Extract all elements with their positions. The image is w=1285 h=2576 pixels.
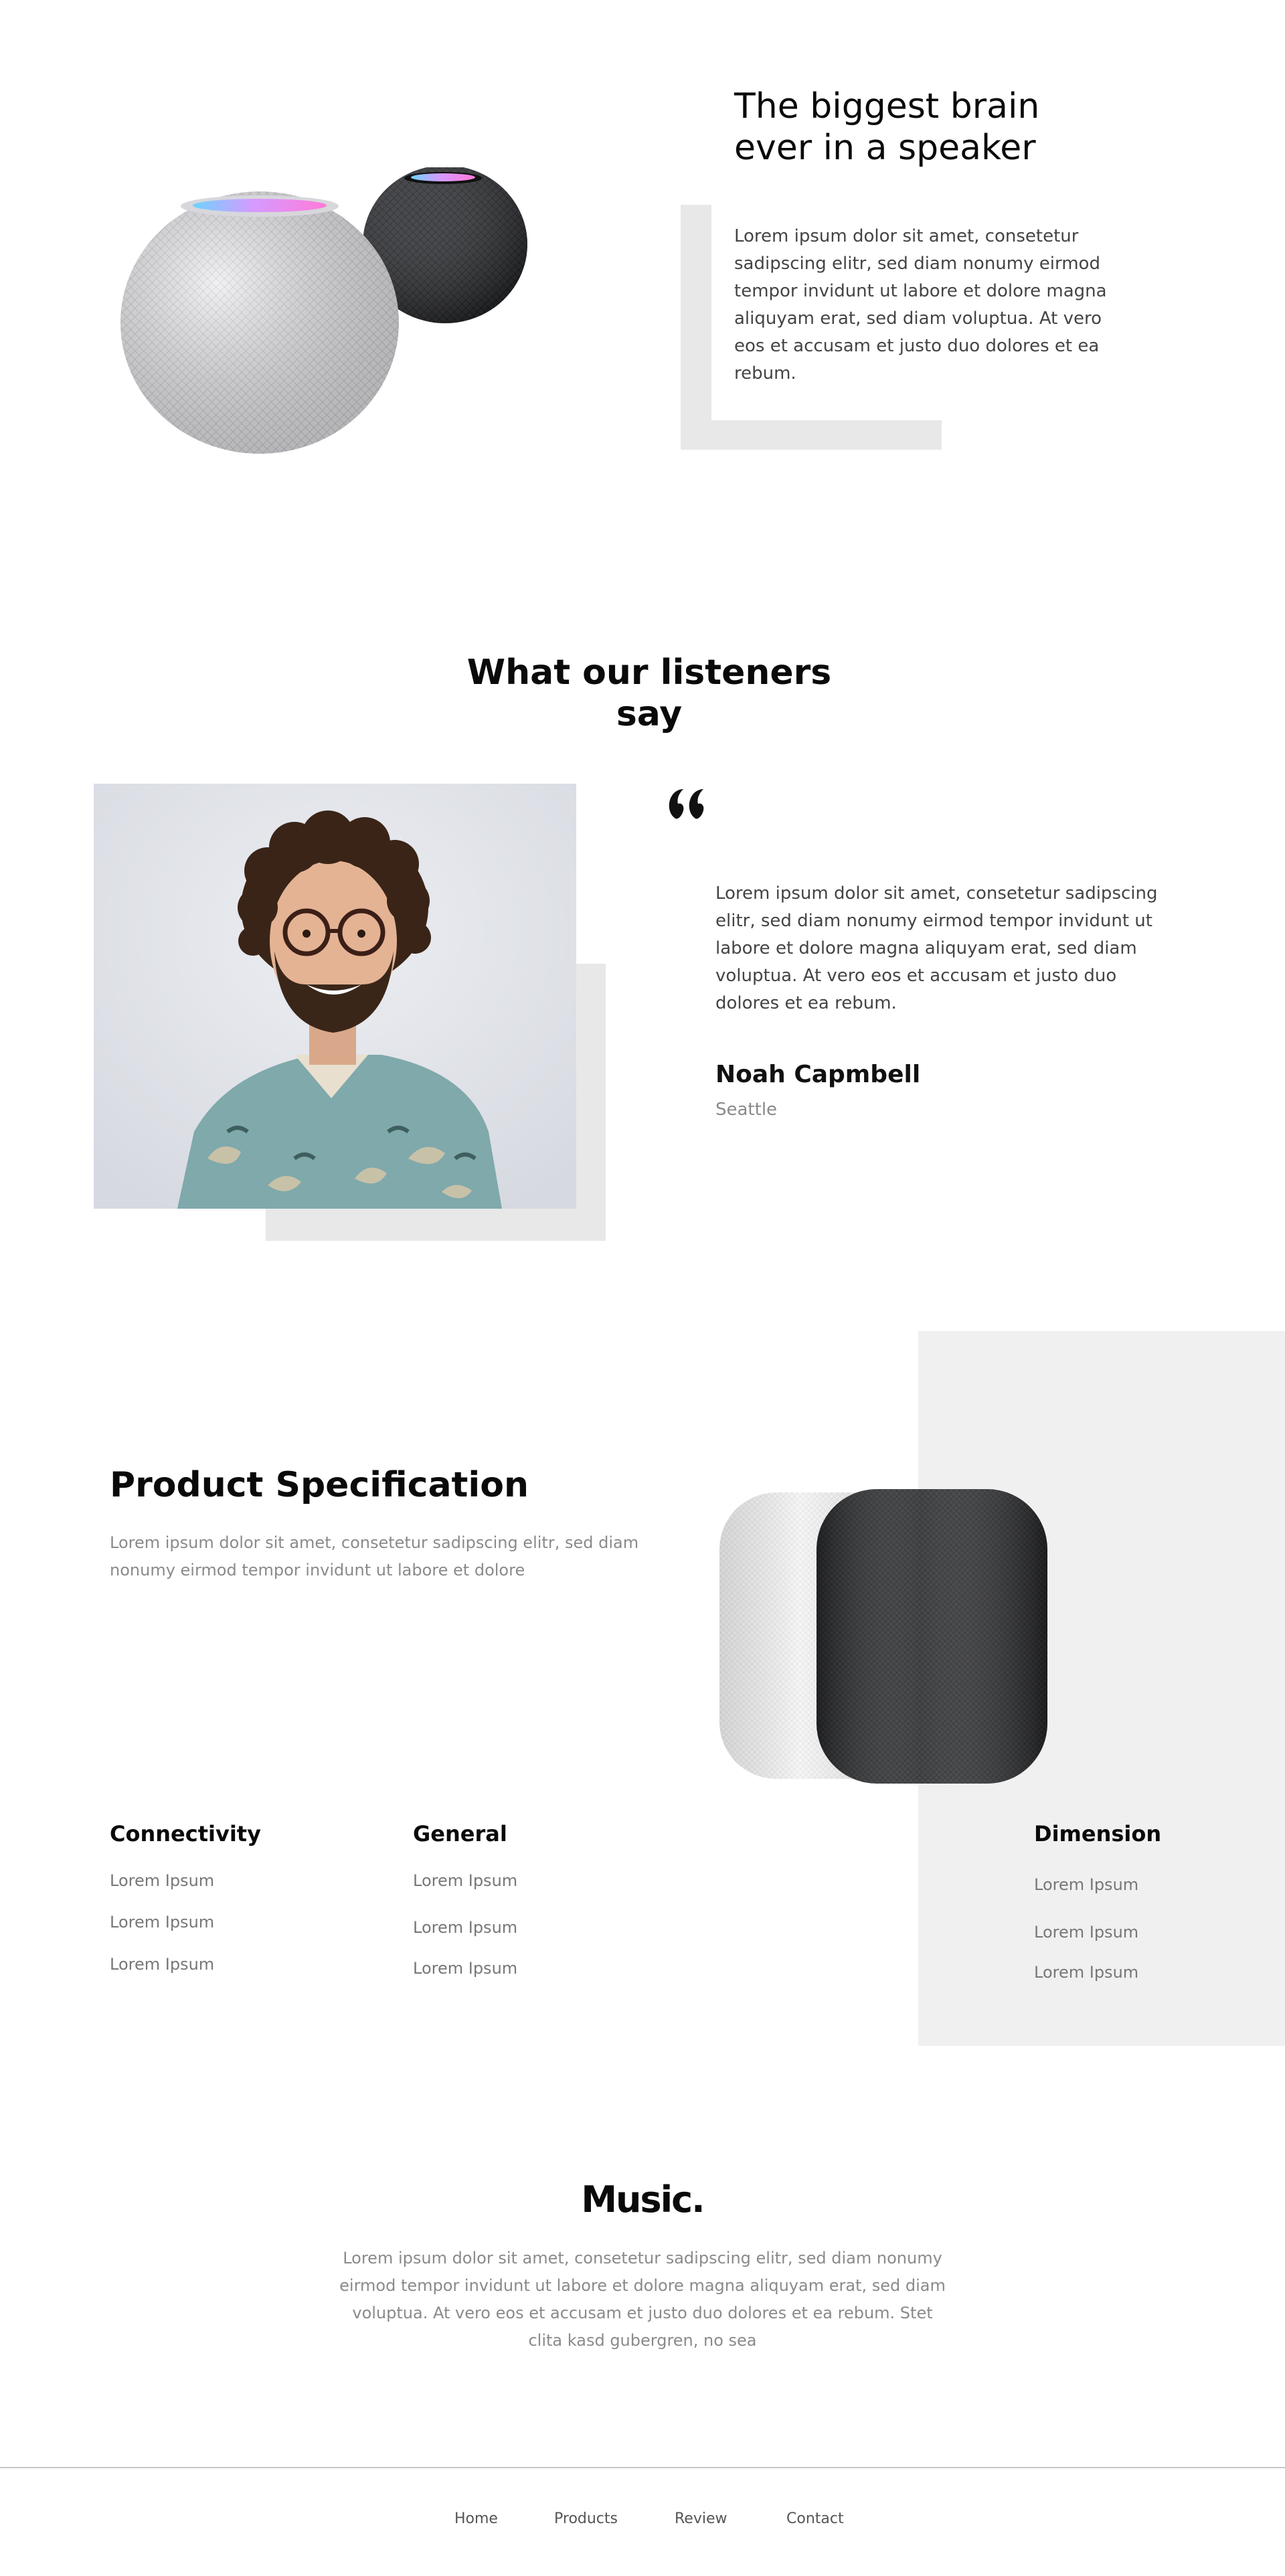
general-item: Lorem Ipsum (413, 1871, 518, 1890)
dimension-item: Lorem Ipsum (1034, 1875, 1139, 1894)
nav-link-contact[interactable]: Contact (786, 2510, 844, 2528)
hero-title-line2: ever in a speaker (734, 128, 1036, 168)
connectivity-title: Connectivity (110, 1821, 261, 1847)
general-title: General (413, 1821, 507, 1847)
footer-divider (0, 2467, 1285, 2468)
homepod-mini-speakers-image (120, 167, 527, 454)
dimension-title: Dimension (1034, 1821, 1162, 1847)
dimension-item: Lorem Ipsum (1034, 1963, 1139, 1982)
testimonials-title-line1: What our listeners (466, 653, 832, 693)
listener-portrait-image (94, 784, 576, 1209)
general-item: Lorem Ipsum (413, 1959, 518, 1978)
homepod-speakers-image (719, 1489, 1047, 1784)
brand-logo: Music. (581, 2178, 705, 2221)
author-name: Noah Capmbell (715, 1061, 921, 1088)
dimension-item: Lorem Ipsum (1034, 1923, 1139, 1942)
brand-description: Lorem ipsum dolor sit amet, consetetur s… (339, 2249, 946, 2350)
connectivity-item: Lorem Ipsum (110, 1913, 215, 1931)
testimonials-title: What our listeners say (442, 652, 857, 735)
general-item: Lorem Ipsum (413, 1918, 518, 1937)
author-city: Seattle (715, 1100, 778, 1120)
nav-link-review[interactable]: Review (675, 2510, 727, 2528)
testimonials-title-line2: say (616, 694, 683, 734)
nav-link-products[interactable]: Products (554, 2510, 618, 2528)
hero-title: The biggest brain ever in a speaker (734, 86, 1109, 169)
quote-open-icon (669, 789, 704, 819)
testimonial-quote: Lorem ipsum dolor sit amet, consetetur s… (715, 883, 1158, 1013)
spec-title: Product Specification (110, 1465, 529, 1505)
nav-link-home[interactable]: Home (454, 2510, 498, 2528)
spec-description: Lorem ipsum dolor sit amet, consetetur s… (110, 1533, 639, 1579)
connectivity-item: Lorem Ipsum (110, 1955, 215, 1974)
hero-body-text: Lorem ipsum dolor sit amet, consetetur s… (734, 226, 1107, 383)
listener-photo (94, 784, 576, 1209)
hero-title-line1: The biggest brain (734, 86, 1040, 126)
connectivity-item: Lorem Ipsum (110, 1871, 215, 1890)
